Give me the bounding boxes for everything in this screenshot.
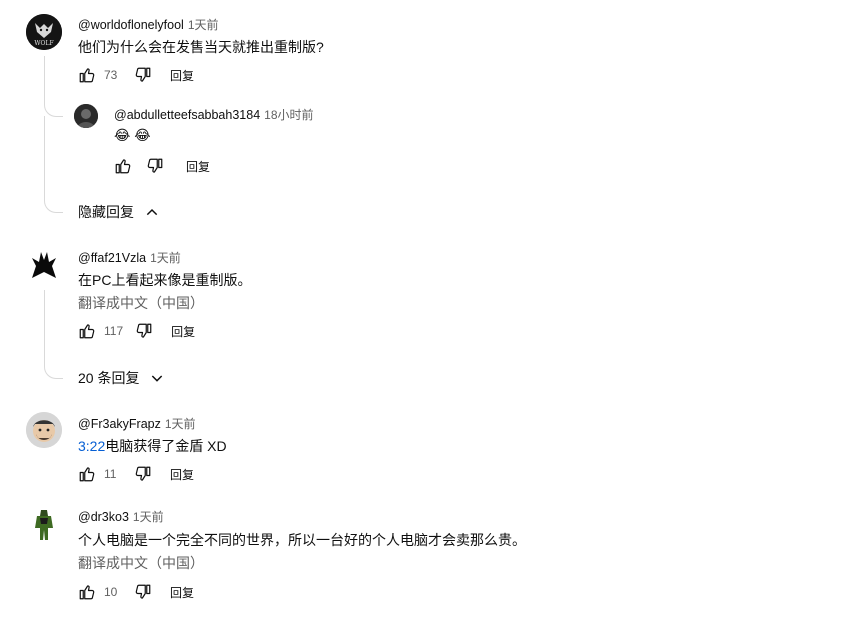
thumbs-up-icon[interactable] [114, 157, 132, 175]
like-count: 117 [104, 324, 124, 338]
timestamp-link[interactable]: 3:22 [78, 438, 105, 454]
reply-button[interactable]: 回复 [170, 584, 194, 601]
like-count: 73 [104, 68, 118, 82]
reply-connector [44, 56, 63, 117]
thumbs-down-icon[interactable] [135, 322, 153, 340]
avatar[interactable] [26, 412, 62, 448]
avatar[interactable] [26, 506, 62, 542]
avatar[interactable]: WOLF [26, 14, 62, 50]
cartoon-face-icon [26, 412, 62, 448]
comment-text: 3:22电脑获得了金盾 XD [78, 436, 227, 456]
reply-author[interactable]: @abdulletteefsabbah3184 [114, 108, 260, 122]
hide-replies-toggle[interactable]: 隐藏回复 [78, 202, 160, 222]
avatar[interactable] [26, 248, 62, 284]
game-character-icon [26, 506, 62, 542]
toggle-label: 隐藏回复 [78, 204, 134, 220]
comment-time[interactable]: 1天前 [188, 18, 219, 32]
comment-time[interactable]: 1天前 [133, 510, 164, 524]
comment-text: 在PC上看起来像是重制版。 [78, 272, 252, 288]
comment-text-body: 电脑获得了金盾 XD [105, 438, 227, 454]
comment-author[interactable]: @Fr3akyFrapz [78, 417, 161, 431]
comment-time[interactable]: 1天前 [150, 251, 181, 265]
translate-link[interactable]: 翻译成中文（中国） [78, 293, 204, 313]
user-photo-icon [74, 104, 98, 128]
comment-time[interactable]: 1天前 [165, 417, 196, 431]
avatar[interactable] [74, 104, 98, 128]
thumbs-up-icon[interactable] [78, 322, 96, 340]
comment-author[interactable]: @ffaf21Vzla [78, 251, 146, 265]
translate-link[interactable]: 翻译成中文（中国） [78, 553, 204, 573]
comment-text: 个人电脑是一个完全不同的世界，所以一台好的个人电脑才会卖那么贵。 [78, 532, 526, 548]
thumbs-up-icon[interactable] [78, 583, 96, 601]
reply-button[interactable]: 回复 [170, 466, 194, 483]
anime-hair-icon [26, 248, 62, 284]
thread-line [44, 116, 45, 196]
reply-button[interactable]: 回复 [171, 323, 195, 340]
show-replies-toggle[interactable]: 20 条回复 [78, 368, 165, 388]
chevron-up-icon [146, 208, 158, 216]
thumbs-down-icon[interactable] [146, 157, 164, 175]
chevron-down-icon [152, 375, 163, 382]
toggle-label: 20 条回复 [78, 370, 140, 386]
reply-connector [44, 190, 63, 213]
wolf-logo-icon: WOLF [26, 14, 62, 50]
svg-text:WOLF: WOLF [34, 40, 53, 47]
reply-button[interactable]: 回复 [186, 158, 210, 175]
like-count: 11 [104, 467, 117, 481]
reply-connector [44, 290, 63, 379]
thumbs-up-icon[interactable] [78, 66, 96, 84]
thumbs-down-icon[interactable] [134, 465, 152, 483]
comment-author[interactable]: @dr3ko3 [78, 510, 129, 524]
thumbs-down-icon[interactable] [134, 66, 152, 84]
reply-text: 😂 😂 [114, 127, 151, 143]
reply-button[interactable]: 回复 [170, 67, 194, 84]
comment-author[interactable]: @worldoflonelyfool [78, 18, 184, 32]
reply-time[interactable]: 18小时前 [264, 108, 313, 122]
comment-thread: WOLF @worldoflonelyfool 1天前 他们为什么会在发售当天就推… [0, 0, 865, 618]
comment-text: 他们为什么会在发售当天就推出重制版? [78, 39, 324, 55]
thumbs-up-icon[interactable] [78, 465, 96, 483]
like-count: 10 [104, 585, 118, 599]
thumbs-down-icon[interactable] [134, 583, 152, 601]
